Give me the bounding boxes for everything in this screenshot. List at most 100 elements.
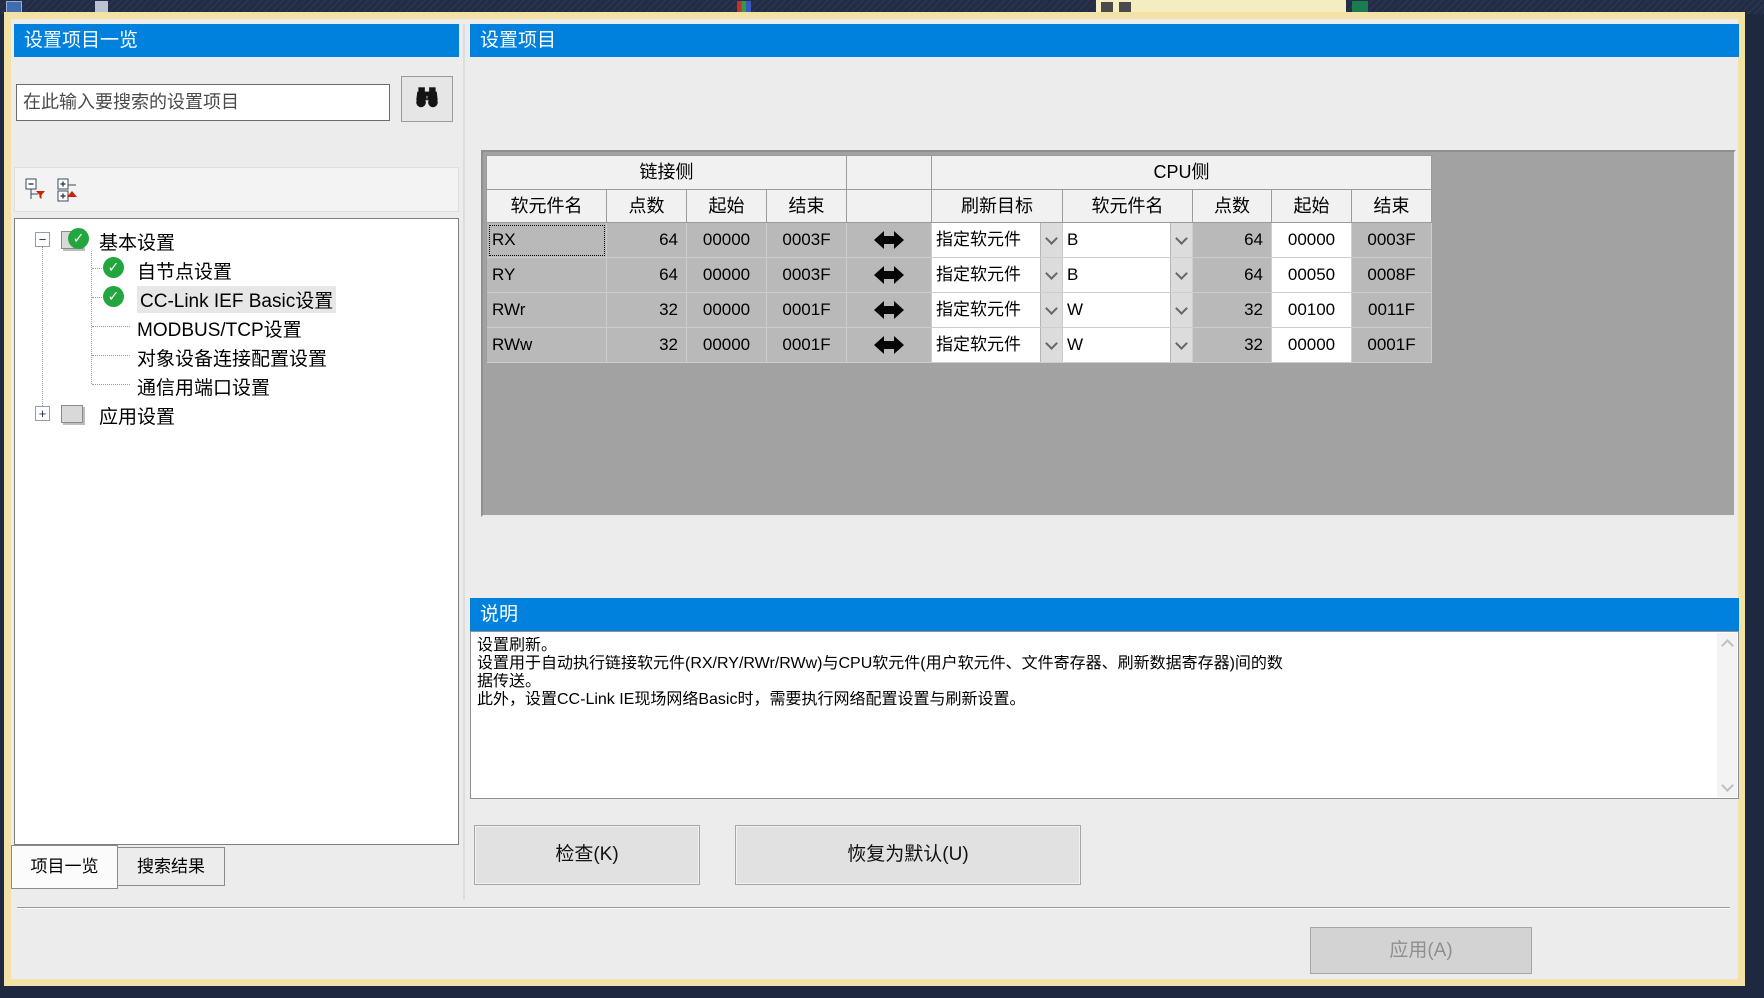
link-end-cell[interactable]: 0001F [767, 328, 847, 363]
tree-item-label: 应用设置 [99, 402, 175, 429]
tree-item-application-settings[interactable]: + 应用设置 [15, 399, 455, 428]
panel-splitter[interactable] [463, 24, 465, 899]
scroll-up-icon[interactable] [1717, 633, 1737, 653]
toolbar-mini-icon[interactable] [1101, 2, 1113, 12]
scroll-down-icon[interactable] [1717, 777, 1737, 797]
cpu-start-cell[interactable]: 00100 [1272, 293, 1352, 328]
link-start-cell[interactable]: 00000 [687, 328, 767, 363]
description-scrollbar[interactable] [1717, 633, 1737, 797]
link-end-cell[interactable]: 0003F [767, 258, 847, 293]
settings-tree: − ✓ 基本设置 ✓ 自节点设置 ✓ CC-Link IEF Basic设置 M… [14, 218, 459, 845]
check-button[interactable]: 检查(K) [474, 825, 700, 885]
window-frame: 设置项目一览 [4, 12, 1745, 986]
binoculars-icon [413, 83, 441, 116]
transfer-arrow-icon [847, 293, 932, 328]
tree-connector [92, 355, 130, 356]
col-cpu-points: 点数 [1193, 190, 1272, 223]
description-line: 设置用于自动执行链接软元件(RX/RY/RWr/RWw)与CPU软元件(用户软元… [471, 655, 1738, 673]
col-link-device: 软元件名 [487, 190, 607, 223]
tree-item-label: 自节点设置 [137, 257, 232, 284]
cpu-start-cell[interactable]: 00000 [1272, 223, 1352, 258]
tree-item-target-device-config[interactable]: 对象设备连接配置设置 [15, 341, 455, 370]
col-cpu-start: 起始 [1272, 190, 1352, 223]
cpu-end-cell[interactable]: 0008F [1352, 258, 1432, 293]
link-end-cell[interactable]: 0001F [767, 293, 847, 328]
search-button[interactable] [401, 76, 453, 122]
tree-connector [92, 384, 130, 385]
link-start-cell[interactable]: 00000 [687, 223, 767, 258]
cpu-points-cell[interactable]: 64 [1193, 223, 1272, 258]
expand-tree-icon[interactable] [55, 176, 83, 204]
tree-connector [92, 297, 102, 298]
description-line: 据传送。 [471, 673, 1738, 691]
collapse-tree-icon[interactable] [23, 176, 51, 204]
transfer-arrow-icon [847, 258, 932, 293]
cpu-device-select[interactable]: B [1063, 223, 1193, 258]
apply-button[interactable]: 应用(A) [1310, 927, 1532, 974]
table-row: RWw 32 00000 0001F 指定软元件 W 32 00000 0001… [487, 328, 1434, 363]
cpu-device-select[interactable]: W [1063, 328, 1193, 363]
collapse-expander-icon[interactable]: − [35, 232, 50, 247]
cpu-device-select[interactable]: B [1063, 258, 1193, 293]
cpu-end-cell[interactable]: 0003F [1352, 223, 1432, 258]
tree-item-modbus-tcp[interactable]: MODBUS/TCP设置 [15, 312, 455, 341]
footer-divider [17, 907, 1730, 909]
link-end-cell[interactable]: 0003F [767, 223, 847, 258]
toolbar-mini-icon[interactable] [1119, 2, 1131, 12]
link-points-cell[interactable]: 32 [607, 328, 687, 363]
table-row: RX 64 00000 0003F 指定软元件 B 64 00000 0003F [487, 223, 1434, 258]
dropdown-button[interactable] [1040, 223, 1062, 257]
cpu-end-cell[interactable]: 0011F [1352, 293, 1432, 328]
cpu-device-select[interactable]: W [1063, 293, 1193, 328]
dropdown-button[interactable] [1040, 293, 1062, 327]
cpu-points-cell[interactable]: 32 [1193, 293, 1272, 328]
refresh-target-select[interactable]: 指定软元件 [932, 258, 1063, 293]
tab-item-list[interactable]: 项目一览 [11, 845, 118, 889]
description-box: 设置刷新。 设置用于自动执行链接软元件(RX/RY/RWr/RWw)与CPU软元… [470, 631, 1739, 799]
cpu-start-cell[interactable]: 00050 [1272, 258, 1352, 293]
check-icon: ✓ [68, 228, 89, 249]
link-device-cell[interactable]: RY [487, 258, 607, 293]
search-input[interactable] [16, 84, 390, 121]
tree-item-label-selected: CC-Link IEF Basic设置 [137, 286, 336, 313]
tree-item-comm-port[interactable]: 通信用端口设置 [15, 370, 455, 399]
link-start-cell[interactable]: 00000 [687, 293, 767, 328]
link-device-cell[interactable]: RWw [487, 328, 607, 363]
tree-item-cclink-ief-basic[interactable]: ✓ CC-Link IEF Basic设置 [15, 283, 455, 312]
dropdown-button[interactable] [1170, 293, 1192, 327]
item-list-panel-title: 设置项目一览 [14, 24, 459, 57]
tree-connector [92, 268, 102, 269]
expand-expander-icon[interactable]: + [35, 406, 50, 421]
col-refresh-target: 刷新目标 [932, 190, 1063, 223]
dropdown-button[interactable] [1170, 258, 1192, 292]
link-device-cell[interactable]: RWr [487, 293, 607, 328]
refresh-target-select[interactable]: 指定软元件 [932, 293, 1063, 328]
dropdown-button[interactable] [1040, 328, 1062, 362]
tree-item-own-node[interactable]: ✓ 自节点设置 [15, 254, 455, 283]
refresh-settings-table: 链接侧 CPU侧 软元件名 点数 起始 结束 刷新目标 软元件名 点数 起始 结… [486, 155, 1434, 363]
cpu-points-cell[interactable]: 32 [1193, 328, 1272, 363]
link-points-cell[interactable]: 64 [607, 223, 687, 258]
col-link-points: 点数 [607, 190, 687, 223]
refresh-target-select[interactable]: 指定软元件 [932, 223, 1063, 258]
cpu-end-cell[interactable]: 0001F [1352, 328, 1432, 363]
cpu-points-cell[interactable]: 64 [1193, 258, 1272, 293]
tree-item-label: 对象设备连接配置设置 [137, 344, 327, 371]
dropdown-button[interactable] [1170, 223, 1192, 257]
col-link-end: 结束 [767, 190, 847, 223]
description-line: 设置刷新。 [471, 637, 1738, 655]
link-start-cell[interactable]: 00000 [687, 258, 767, 293]
tab-search-results[interactable]: 搜索结果 [117, 847, 225, 886]
description-line: 此外，设置CC-Link IE现场网络Basic时，需要执行网络配置设置与刷新设… [471, 691, 1738, 709]
tree-item-basic-settings[interactable]: − ✓ 基本设置 [15, 225, 455, 254]
link-points-cell[interactable]: 64 [607, 258, 687, 293]
cpu-start-cell[interactable]: 00000 [1272, 328, 1352, 363]
refresh-target-select[interactable]: 指定软元件 [932, 328, 1063, 363]
dropdown-button[interactable] [1040, 258, 1062, 292]
check-icon: ✓ [103, 257, 124, 278]
tree-item-label: 通信用端口设置 [137, 373, 270, 400]
link-points-cell[interactable]: 32 [607, 293, 687, 328]
restore-default-button[interactable]: 恢复为默认(U) [735, 825, 1081, 885]
dropdown-button[interactable] [1170, 328, 1192, 362]
link-device-cell[interactable]: RX [487, 223, 607, 258]
